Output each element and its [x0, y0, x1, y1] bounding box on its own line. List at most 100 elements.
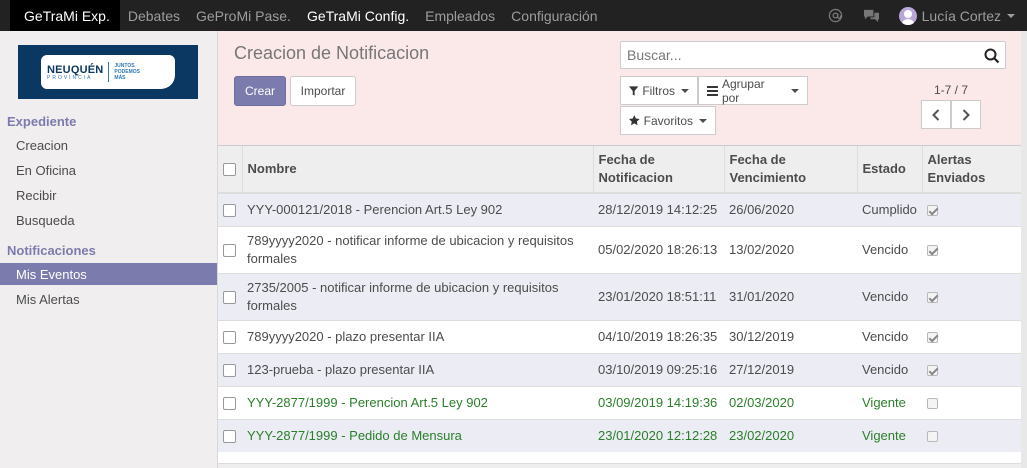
table-footer — [218, 463, 1025, 468]
alertas-checkbox — [927, 364, 938, 376]
column-header-estado[interactable]: Estado — [856, 146, 922, 194]
row-select-cell — [218, 272, 242, 320]
filters-button[interactable]: Filtros — [620, 76, 698, 105]
row-select-cell — [218, 225, 242, 273]
cell-fecha-notificacion: 28/12/2019 14:12:25 — [593, 192, 724, 226]
column-header-alertas[interactable]: Alertas Enviados — [921, 146, 1025, 194]
cell-alertas — [922, 192, 1025, 226]
cell-alertas — [922, 418, 1025, 452]
app-menu-configuracion[interactable]: Configuración — [503, 0, 605, 31]
alertas-checkbox — [927, 430, 938, 442]
cell-fecha-vencimiento: 26/06/2020 — [724, 192, 857, 226]
control-panel: Creacion de Notificacion Crear Importar … — [218, 31, 1027, 146]
row-select-cell — [218, 385, 242, 419]
table-row[interactable]: 789yyyy2020 - notificar informe de ubica… — [218, 225, 1025, 273]
chevron-right-icon — [962, 108, 970, 121]
cell-fecha-notificacion: 23/01/2020 12:12:28 — [593, 418, 724, 452]
table-row[interactable]: YYY-2877/1999 - Perencion Art.5 Ley 902 0… — [218, 385, 1025, 419]
caret-down-icon — [681, 88, 689, 93]
logo-tagline: JUNTOS PODEMOS MÁS — [114, 63, 140, 81]
scrollbar[interactable] — [1021, 31, 1027, 468]
column-header-fecha-vencimiento[interactable]: Fecha de Vencimiento — [723, 146, 857, 194]
row-checkbox[interactable] — [223, 290, 236, 304]
cell-nombre: YYY-000121/2018 - Perencion Art.5 Ley 90… — [242, 192, 593, 226]
cell-estado: Vigente — [857, 418, 922, 452]
pager-next-button[interactable] — [951, 100, 981, 129]
star-icon — [629, 115, 640, 126]
app-menu-empleados[interactable]: Empleados — [417, 0, 503, 31]
row-select-cell — [218, 319, 242, 353]
logo-badge: NEUQUÉN PROVINCIA JUNTOS PODEMOS MÁS — [41, 55, 175, 89]
group-by-button[interactable]: Agrupar por — [698, 76, 808, 105]
sidebar-item-mis-eventos[interactable]: Mis Eventos — [0, 263, 217, 285]
sidebar-item-busqueda[interactable]: Busqueda — [0, 209, 217, 231]
sidebar-item-recibir[interactable]: Recibir — [0, 184, 217, 206]
table-row[interactable]: YYY-000121/2018 - Perencion Art.5 Ley 90… — [218, 192, 1025, 226]
cell-nombre: YYY-2877/1999 - Perencion Art.5 Ley 902 — [242, 385, 593, 419]
cell-nombre: 789yyyy2020 - notificar informe de ubica… — [242, 225, 593, 273]
table-row[interactable]: 789yyyy2020 - plazo presentar IIA 04/10/2… — [218, 319, 1025, 353]
column-header-nombre[interactable]: Nombre — [241, 146, 593, 194]
sidebar-item-creacion[interactable]: Creacion — [0, 134, 217, 156]
row-select-cell — [218, 352, 242, 386]
logo-separator — [108, 62, 110, 82]
row-checkbox[interactable] — [223, 363, 236, 377]
row-select-cell — [218, 192, 242, 226]
caret-down-icon — [699, 118, 707, 123]
search-bar — [620, 41, 1006, 69]
cell-estado: Vencido — [857, 272, 922, 320]
filter-icon — [629, 85, 639, 96]
table-row[interactable]: 2735/2005 - notificar informe de ubicaci… — [218, 272, 1025, 320]
cell-fecha-vencimiento: 13/02/2020 — [724, 225, 857, 273]
search-icon[interactable] — [984, 48, 1000, 64]
page-title: Creacion de Notificacion — [234, 43, 430, 63]
search-input[interactable] — [627, 46, 977, 64]
import-button[interactable]: Importar — [290, 76, 356, 106]
user-menu[interactable]: Lucía Cortez — [898, 6, 1015, 25]
app-menu-getrami-config[interactable]: GeTraMi Config. — [299, 0, 417, 31]
row-checkbox[interactable] — [223, 330, 236, 344]
table-row[interactable]: 123-prueba - plazo presentar IIA 03/10/20… — [218, 352, 1025, 386]
at-icon[interactable] — [827, 7, 845, 25]
sidebar-item-en-oficina[interactable]: En Oficina — [0, 159, 217, 181]
row-checkbox[interactable] — [223, 396, 236, 410]
caret-down-icon — [791, 88, 799, 93]
alertas-checkbox — [927, 204, 938, 216]
app-menu-gepromi-pase[interactable]: GeProMi Pase. — [188, 0, 299, 31]
cell-estado: Vencido — [857, 225, 922, 273]
pager-previous-button[interactable] — [921, 100, 951, 129]
alertas-checkbox — [927, 244, 938, 256]
cell-fecha-notificacion: 03/10/2019 09:25:16 — [593, 352, 724, 386]
filters-label: Filtros — [642, 83, 675, 98]
caret-down-icon — [1007, 13, 1015, 18]
favorites-button[interactable]: Favoritos — [620, 106, 716, 135]
select-all-cell — [218, 146, 242, 194]
app-menu-getrami-exp[interactable]: GeTraMi Exp. — [10, 0, 120, 31]
neuquen-logo: NEUQUÉN PROVINCIA JUNTOS PODEMOS MÁS — [18, 45, 198, 99]
top-navbar: GeTraMi Exp. Debates GeProMi Pase. GeTra… — [0, 0, 1027, 31]
chat-icon[interactable] — [863, 7, 881, 25]
cell-fecha-notificacion: 23/01/2020 18:51:11 — [593, 272, 724, 320]
column-header-fecha-notificacion[interactable]: Fecha de Notificacion — [592, 146, 724, 194]
user-name: Lucía Cortez — [921, 7, 1001, 24]
table-row[interactable]: YYY-2877/1999 - Pedido de Mensura 23/01/2… — [218, 418, 1025, 452]
app-menu-debates[interactable]: Debates — [120, 0, 188, 31]
row-checkbox[interactable] — [223, 203, 236, 217]
cell-alertas — [922, 352, 1025, 386]
cell-fecha-vencimiento: 02/03/2020 — [724, 385, 857, 419]
cell-fecha-notificacion: 04/10/2019 18:26:35 — [593, 319, 724, 353]
create-button[interactable]: Crear — [234, 76, 286, 106]
cell-alertas — [922, 272, 1025, 320]
select-all-checkbox[interactable] — [223, 163, 236, 177]
cell-nombre: YYY-2877/1999 - Pedido de Mensura — [242, 418, 593, 452]
group-by-label: Agrupar por — [721, 76, 765, 105]
cell-fecha-notificacion: 05/02/2020 18:26:13 — [593, 225, 724, 273]
section-notificaciones: Notificaciones — [7, 243, 96, 258]
topbar-right: Lucía Cortez — [827, 0, 1027, 31]
sidebar-item-mis-alertas[interactable]: Mis Alertas — [0, 288, 217, 310]
row-checkbox[interactable] — [223, 429, 236, 443]
row-checkbox[interactable] — [223, 243, 236, 257]
cell-nombre: 123-prueba - plazo presentar IIA — [242, 352, 593, 386]
cell-alertas — [922, 385, 1025, 419]
cell-fecha-vencimiento: 30/12/2019 — [724, 319, 857, 353]
